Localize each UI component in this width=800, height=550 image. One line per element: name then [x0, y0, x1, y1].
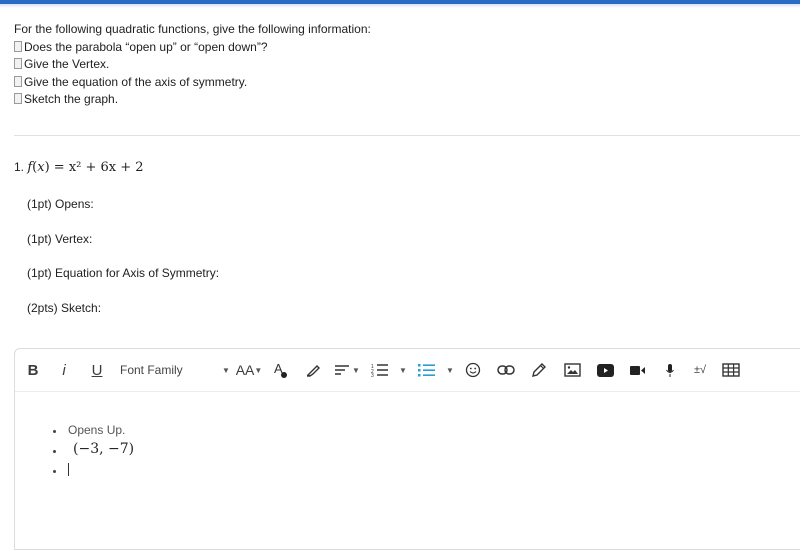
instructions: For the following quadratic functions, g…	[14, 21, 371, 109]
text-color-icon[interactable]: A	[273, 361, 289, 379]
missing-glyph-icon	[14, 58, 22, 69]
link-icon[interactable]	[496, 361, 516, 379]
ordered-list-icon[interactable]: 123	[370, 361, 390, 379]
ordered-list-dropdown-icon[interactable]: ▼	[398, 361, 408, 379]
align-button[interactable]: ▼	[333, 361, 361, 379]
video-embed-icon[interactable]	[596, 361, 614, 379]
underline-button[interactable]: U	[89, 361, 105, 379]
rich-text-editor[interactable]: B i U Font Family ▼ AA ▼ A ▼ 123 ▼ ▼ ±√ …	[14, 348, 800, 550]
text-cursor	[68, 463, 69, 476]
emoji-icon[interactable]	[464, 361, 482, 379]
part-sketch: (2pts) Sketch:	[27, 301, 102, 315]
font-size-button[interactable]: AA ▼	[234, 361, 264, 379]
pencil-icon[interactable]	[530, 361, 548, 379]
editor-toolbar: B i U Font Family ▼ AA ▼ A ▼ 123 ▼ ▼ ±√	[15, 349, 800, 392]
instruction-item: Does the parabola “open up” or “open dow…	[14, 39, 371, 57]
function-equation: f(x) = x² + 6x + 2	[27, 160, 144, 175]
instruction-item: Sketch the graph.	[14, 91, 371, 109]
missing-glyph-icon	[14, 75, 22, 87]
divider	[14, 135, 800, 136]
math-equation-button[interactable]: ±√	[690, 361, 710, 379]
highlighter-icon[interactable]	[305, 361, 321, 379]
video-record-icon[interactable]	[629, 361, 647, 379]
part-vertex: (1pt) Vertex:	[27, 232, 93, 246]
instruction-item: Give the equation of the axis of symmetr…	[14, 74, 371, 92]
part-axis-of-symmetry: (1pt) Equation for Axis of Symmetry:	[27, 266, 220, 280]
image-icon[interactable]	[563, 361, 581, 379]
question-title: 1. f(x) = x² + 6x + 2	[14, 160, 144, 175]
bullet-icon	[53, 450, 56, 453]
bold-button[interactable]: B	[25, 361, 41, 379]
instructions-heading: For the following quadratic functions, g…	[14, 22, 371, 36]
missing-glyph-icon	[14, 93, 22, 104]
microphone-icon[interactable]	[663, 361, 677, 379]
instruction-item: Give the Vertex.	[14, 56, 371, 74]
top-shadow	[0, 4, 800, 8]
font-family-dropdown-icon[interactable]: ▼	[221, 361, 231, 379]
bullet-icon	[53, 430, 56, 433]
bullet-icon	[53, 470, 56, 473]
missing-glyph-icon	[14, 40, 22, 52]
part-opens: (1pt) Opens:	[27, 197, 94, 211]
unordered-list-icon[interactable]	[417, 361, 437, 379]
font-family-select[interactable]: Font Family	[120, 361, 230, 379]
editor-content[interactable]: Opens Up. (−3, −7)	[15, 392, 800, 549]
italic-button[interactable]: i	[58, 361, 70, 379]
table-icon[interactable]	[721, 361, 741, 379]
svg-text:3: 3	[371, 373, 374, 377]
unordered-list-dropdown-icon[interactable]: ▼	[445, 361, 455, 379]
